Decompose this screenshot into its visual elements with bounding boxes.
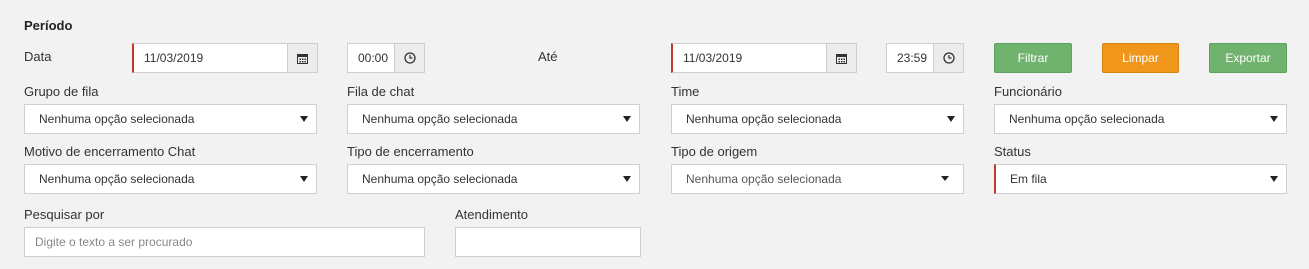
start-time-clock-button[interactable] <box>395 43 425 73</box>
grupo-fila-select[interactable]: Nenhuma opção selecionada <box>24 104 317 134</box>
calendar-icon <box>836 53 847 64</box>
time-select[interactable]: Nenhuma opção selecionada <box>671 104 964 134</box>
end-time-clock-button[interactable] <box>934 43 964 73</box>
funcionario-value: Nenhuma opção selecionada <box>1009 112 1165 126</box>
fila-chat-select[interactable]: Nenhuma opção selecionada <box>347 104 640 134</box>
atendimento-input[interactable] <box>455 227 641 257</box>
atendimento-label: Atendimento <box>455 207 528 222</box>
tipo-encerramento-select[interactable]: Nenhuma opção selecionada <box>347 164 640 194</box>
limpar-button[interactable]: Limpar <box>1102 43 1179 73</box>
calendar-icon <box>297 53 308 64</box>
tipo-origem-select[interactable]: Nenhuma opção selecionada <box>671 164 964 194</box>
end-date-value: 11/03/2019 <box>683 51 743 65</box>
tipo-origem-label: Tipo de origem <box>671 144 758 159</box>
tipo-origem-value: Nenhuma opção selecionada <box>686 172 842 186</box>
caret-down-icon <box>947 116 955 122</box>
pesquisar-label: Pesquisar por <box>24 207 105 222</box>
motivo-select[interactable]: Nenhuma opção selecionada <box>24 164 317 194</box>
caret-down-icon <box>300 116 308 122</box>
time-label: Time <box>671 84 700 99</box>
data-label: Data <box>24 49 52 64</box>
status-value: Em fila <box>1010 172 1047 186</box>
tipo-encerramento-value: Nenhuma opção selecionada <box>362 172 518 186</box>
section-title-periodo: Período <box>24 18 73 33</box>
clock-icon <box>942 52 955 64</box>
status-select[interactable]: Em fila <box>994 164 1287 194</box>
caret-down-icon <box>1270 176 1278 182</box>
status-label: Status <box>994 144 1031 159</box>
search-placeholder: Digite o texto a ser procurado <box>35 235 193 249</box>
start-date-calendar-button[interactable] <box>288 43 318 73</box>
start-date-value: 11/03/2019 <box>144 51 204 65</box>
caret-down-icon <box>623 176 631 182</box>
ate-label: Até <box>538 49 558 64</box>
motivo-label: Motivo de encerramento Chat <box>24 144 196 159</box>
grupo-fila-label: Grupo de fila <box>24 84 99 99</box>
fila-chat-label: Fila de chat <box>347 84 415 99</box>
end-time-input[interactable]: 23:59 <box>886 43 934 73</box>
fila-chat-value: Nenhuma opção selecionada <box>362 112 518 126</box>
caret-down-icon <box>623 116 631 122</box>
funcionario-label: Funcionário <box>994 84 1062 99</box>
caret-down-icon <box>941 176 949 181</box>
start-time-value: 00:00 <box>358 51 389 65</box>
filtrar-button[interactable]: Filtrar <box>994 43 1072 73</box>
clock-icon <box>403 52 416 64</box>
start-date-input[interactable]: 11/03/2019 <box>132 43 288 73</box>
tipo-encerramento-label: Tipo de encerramento <box>347 144 474 159</box>
end-time-value: 23:59 <box>897 51 928 65</box>
grupo-fila-value: Nenhuma opção selecionada <box>39 112 195 126</box>
start-time-input[interactable]: 00:00 <box>347 43 395 73</box>
end-date-input[interactable]: 11/03/2019 <box>671 43 827 73</box>
funcionario-select[interactable]: Nenhuma opção selecionada <box>994 104 1287 134</box>
search-input[interactable]: Digite o texto a ser procurado <box>24 227 425 257</box>
caret-down-icon <box>1270 116 1278 122</box>
motivo-value: Nenhuma opção selecionada <box>39 172 195 186</box>
exportar-button[interactable]: Exportar <box>1209 43 1287 73</box>
time-value: Nenhuma opção selecionada <box>686 112 842 126</box>
end-date-calendar-button[interactable] <box>827 43 857 73</box>
caret-down-icon <box>300 176 308 182</box>
